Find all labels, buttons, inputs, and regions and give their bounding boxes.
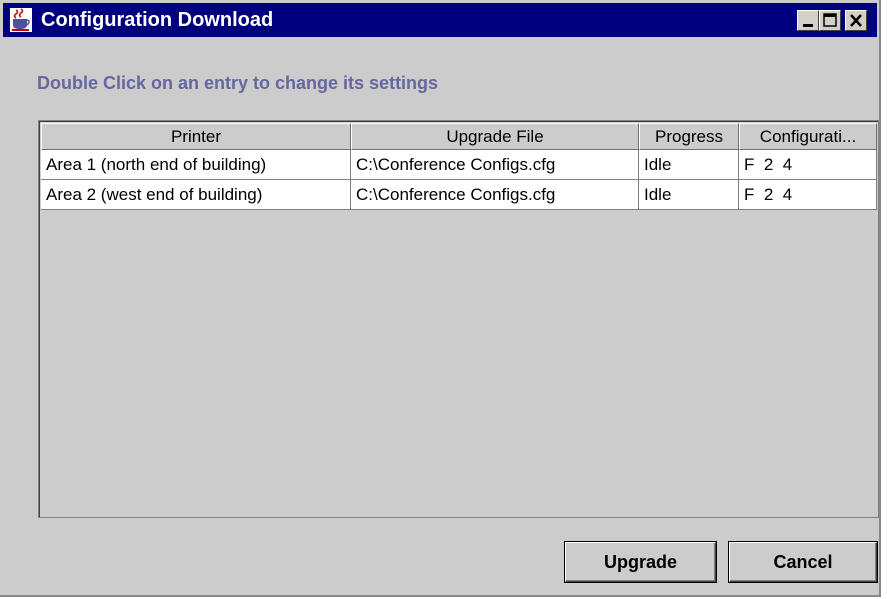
cell-printer[interactable]: Area 2 (west end of building): [41, 180, 351, 210]
printer-table[interactable]: Printer Upgrade File Progress Configurat…: [38, 120, 879, 518]
close-icon: [850, 14, 862, 27]
column-header-printer[interactable]: Printer: [41, 123, 351, 150]
minimize-icon: [803, 24, 813, 27]
cell-upgrade-file[interactable]: C:\Conference Configs.cfg: [351, 180, 639, 210]
upgrade-button[interactable]: Upgrade: [565, 542, 716, 582]
configuration-download-window: Configuration Download Double Click on a…: [0, 0, 881, 597]
column-header-upgrade-file[interactable]: Upgrade File: [351, 123, 639, 150]
cell-progress[interactable]: Idle: [639, 180, 739, 210]
maximize-icon: [823, 13, 837, 27]
maximize-button[interactable]: [819, 10, 841, 31]
column-header-progress[interactable]: Progress: [639, 123, 739, 150]
cancel-button[interactable]: Cancel: [729, 542, 877, 582]
minimize-button[interactable]: [797, 10, 819, 31]
window-title: Configuration Download: [41, 9, 274, 31]
cell-progress[interactable]: Idle: [639, 150, 739, 180]
title-bar[interactable]: Configuration Download: [3, 3, 877, 37]
cell-upgrade-file[interactable]: C:\Conference Configs.cfg: [351, 150, 639, 180]
java-coffee-cup-icon[interactable]: [10, 8, 32, 32]
cell-printer[interactable]: Area 1 (north end of building): [41, 150, 351, 180]
close-button[interactable]: [845, 10, 867, 31]
cell-configuration[interactable]: F 2 4: [739, 150, 877, 180]
instruction-text: Double Click on an entry to change its s…: [37, 73, 439, 93]
cell-configuration[interactable]: F 2 4: [739, 180, 877, 210]
column-header-configuration[interactable]: Configurati...: [739, 123, 877, 150]
